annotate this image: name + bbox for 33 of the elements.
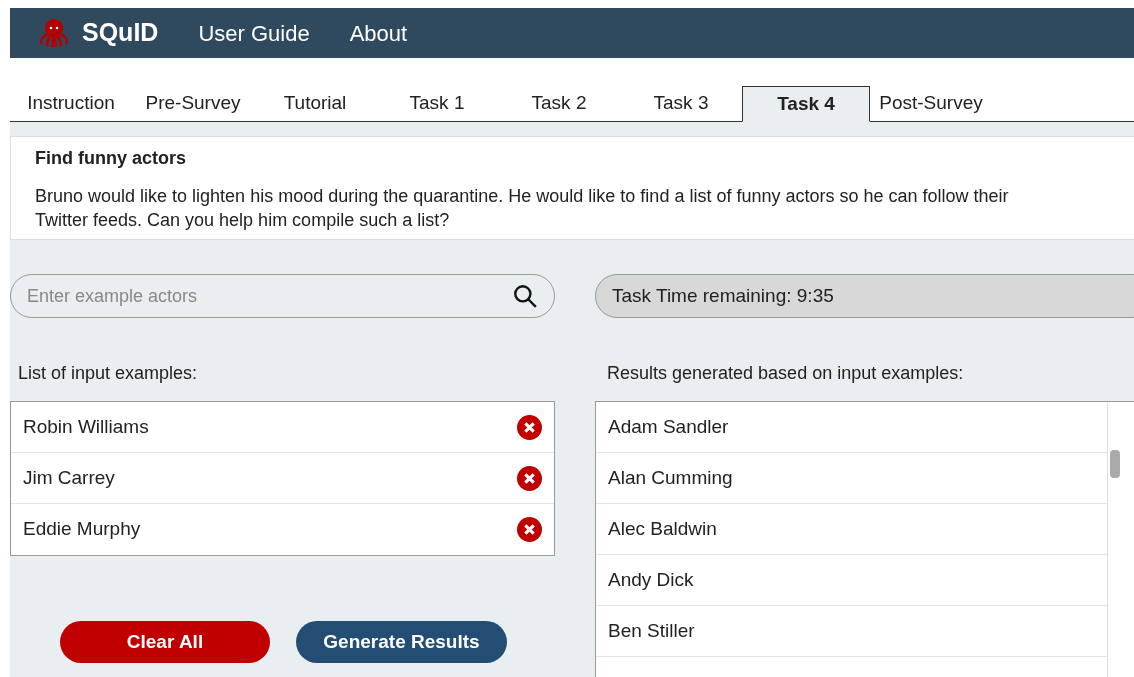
result-item[interactable]: Ben Stiller bbox=[608, 616, 695, 646]
tab[interactable]: Task 1 bbox=[376, 85, 498, 121]
tab[interactable]: Pre-Survey bbox=[132, 85, 254, 121]
clear-all-button[interactable]: Clear All bbox=[60, 621, 270, 663]
examples-label: List of input examples: bbox=[18, 362, 199, 385]
result-item[interactable]: Alec Baldwin bbox=[608, 514, 717, 544]
nav-link[interactable]: User Guide bbox=[198, 16, 310, 50]
generate-results-button[interactable]: Generate Results bbox=[296, 621, 507, 663]
tab[interactable]: Task 3 bbox=[620, 85, 742, 121]
search-icon[interactable] bbox=[512, 283, 538, 309]
timer-display: Task Time remaining: 9:35 bbox=[595, 274, 1134, 318]
result-item[interactable]: Alan Cumming bbox=[608, 463, 733, 493]
nav-link[interactable]: About bbox=[349, 16, 408, 50]
example-item: Jim Carrey bbox=[23, 465, 115, 490]
tab[interactable]: Instruction bbox=[10, 85, 132, 121]
brand-name[interactable]: SQuID bbox=[82, 14, 159, 52]
search-input[interactable]: Enter example actors bbox=[27, 282, 512, 310]
remove-icon[interactable] bbox=[517, 414, 542, 440]
search-field[interactable]: Enter example actors bbox=[10, 274, 555, 318]
remove-icon[interactable] bbox=[517, 517, 542, 542]
results-label: Results generated based on input examples: bbox=[607, 362, 965, 385]
example-item: Eddie Murphy bbox=[23, 517, 141, 542]
result-item[interactable]: Adam Sandler bbox=[608, 412, 729, 442]
task-title: Find funny actors bbox=[35, 147, 187, 170]
tab[interactable]: Task 4 bbox=[742, 86, 870, 122]
tab[interactable]: Task 2 bbox=[498, 85, 620, 121]
tab[interactable]: Post-Survey bbox=[870, 85, 992, 121]
task-description: Bruno would like to lighten his mood during the quarantine. He would like to find a list of funny actors so he can follow their Twitter feeds. Can you help him compile such a list? bbox=[35, 185, 1010, 232]
remove-icon[interactable] bbox=[517, 465, 542, 491]
tab[interactable]: Tutorial bbox=[254, 85, 376, 121]
scrollbar-thumb[interactable] bbox=[1110, 450, 1120, 478]
result-item[interactable]: Andy Dick bbox=[608, 565, 694, 595]
example-item: Robin Williams bbox=[23, 414, 149, 439]
